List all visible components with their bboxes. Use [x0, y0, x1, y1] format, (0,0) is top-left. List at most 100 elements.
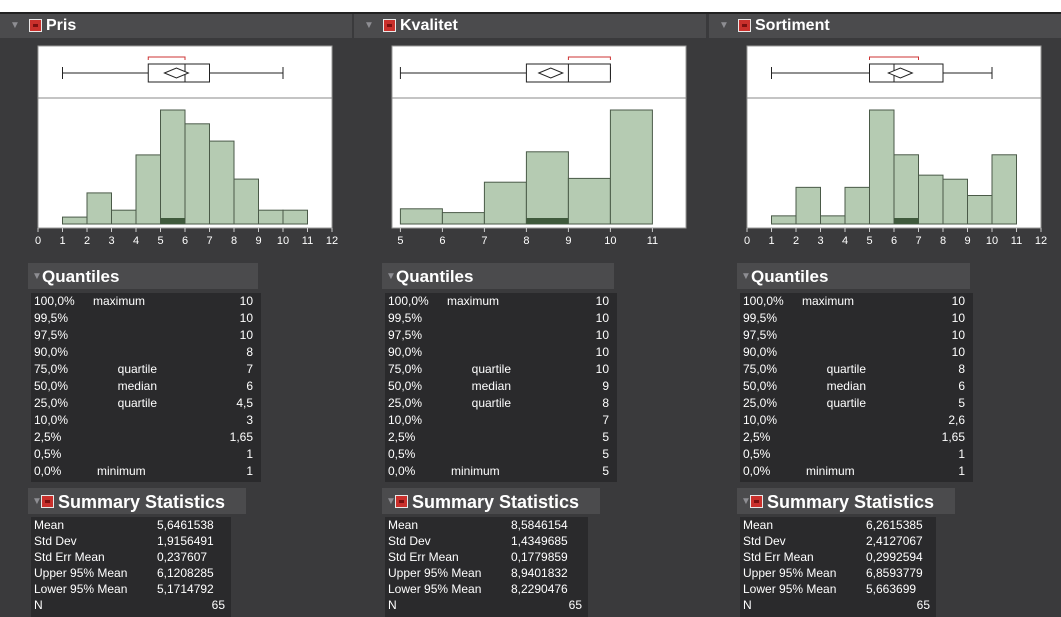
summary-value: 8,5846154	[511, 518, 568, 532]
title-bar: ▼ Kvalitet	[354, 14, 706, 38]
summary-header[interactable]: ▼ Summary Statistics	[737, 488, 955, 514]
quantile-pct: 50,0%	[388, 379, 423, 393]
x-tick-label: 2	[793, 235, 799, 247]
summary-header[interactable]: ▼ Summary Statistics	[382, 488, 600, 514]
x-tick-label: 11	[647, 235, 658, 247]
summary-header[interactable]: ▼ Summary Statistics	[28, 488, 246, 514]
quantile-pct: 90,0%	[388, 345, 423, 359]
histogram-bar	[135, 154, 161, 225]
quantile-value: 10	[595, 328, 609, 342]
quantile-value: 10	[951, 328, 965, 342]
summary-value: 8,9401832	[511, 566, 568, 580]
histogram-bar	[399, 208, 443, 225]
panel-title: Pris	[46, 17, 77, 34]
histogram-bar	[609, 109, 653, 225]
red-triangle-menu-icon[interactable]	[738, 19, 751, 32]
quantile-value: 10	[239, 294, 253, 308]
summary-table: Mean 6,2615385 Std Dev 2,4127067 Std Err Mea…	[740, 517, 936, 617]
histogram-bar	[233, 178, 259, 225]
histogram-bar	[258, 209, 284, 225]
summary-value: 1,9156491	[157, 534, 214, 548]
quantile-label: minimum	[806, 464, 855, 478]
title-bar: ▼ Pris	[0, 14, 352, 38]
quantile-value: 5	[602, 464, 609, 478]
quantiles-table: 100,0% maximum 10 99,5% 10 97,5% 10 90,0% 8 75,0%…	[31, 293, 261, 482]
quantile-value: 1	[958, 447, 965, 461]
histogram-bar	[483, 181, 527, 225]
quantile-value: 5	[958, 396, 965, 410]
summary-value: 6,2615385	[866, 518, 923, 532]
quantiles-table: 100,0% maximum 10 99,5% 10 97,5% 10 90,0% 10 75,0…	[385, 293, 617, 482]
summary-value: 5,6461538	[157, 518, 214, 532]
quantile-value: 10	[595, 311, 609, 325]
red-triangle-menu-icon[interactable]	[395, 495, 408, 508]
quantile-pct: 2,5%	[388, 430, 416, 444]
quantile-label: median	[826, 379, 866, 393]
quantile-pct: 90,0%	[743, 345, 778, 359]
title-bar: ▼ Sortiment	[709, 14, 1061, 38]
summary-label: Mean	[34, 518, 65, 532]
x-tick-label: 9	[565, 235, 571, 247]
x-tick-label: 11	[302, 235, 313, 247]
red-triangle-menu-icon[interactable]	[29, 19, 42, 32]
disclosure-triangle-icon[interactable]: ▼	[386, 271, 396, 282]
disclosure-triangle-icon[interactable]: ▼	[32, 271, 42, 282]
x-tick-label: 8	[940, 235, 946, 247]
quantile-label: quartile	[471, 396, 511, 410]
red-triangle-menu-icon[interactable]	[750, 495, 763, 508]
quantile-label: minimum	[451, 464, 500, 478]
disclosure-triangle-icon[interactable]: ▼	[364, 20, 374, 31]
histogram-bar	[771, 215, 797, 225]
quantiles-title: Quantiles	[396, 267, 474, 286]
quantile-pct: 50,0%	[34, 379, 69, 393]
chart-area: 0 1 2 3 4 5 6 7 8 9 10 11 12	[35, 45, 338, 247]
summary-label: Upper 95% Mean	[34, 566, 128, 580]
quantile-value: 10	[239, 328, 253, 342]
x-tick-label: 6	[182, 235, 188, 247]
quantile-pct: 75,0%	[34, 362, 69, 376]
summary-value: 5,663699	[866, 582, 917, 596]
summary-value: 65	[568, 598, 582, 612]
quantile-value: 6	[246, 379, 253, 393]
quantile-value: 8	[602, 396, 609, 410]
quantile-value: 10	[951, 345, 965, 359]
histogram-bar	[209, 140, 235, 225]
x-tick-label: 7	[481, 235, 487, 247]
disclosure-triangle-icon[interactable]: ▼	[719, 20, 729, 31]
histogram-bar	[991, 154, 1017, 225]
summary-label: N	[34, 598, 43, 612]
summary-title: Summary Statistics	[58, 492, 226, 512]
quantile-pct: 97,5%	[388, 328, 423, 342]
quantile-pct: 25,0%	[743, 396, 778, 410]
quantile-pct: 0,0%	[743, 464, 771, 478]
summary-title: Summary Statistics	[412, 492, 580, 512]
quantile-value: 5	[602, 447, 609, 461]
selected-bar-segment	[894, 218, 919, 224]
summary-label: Mean	[388, 518, 419, 532]
histogram-bar	[942, 178, 968, 225]
red-triangle-menu-icon[interactable]	[383, 19, 396, 32]
histogram-bar	[567, 177, 611, 225]
quantile-value: 7	[246, 362, 253, 376]
x-tick-label: 12	[1035, 235, 1047, 247]
chart-area: 5 6 7 8 9 10 11	[391, 45, 687, 247]
histogram-bar	[184, 123, 210, 225]
disclosure-triangle-icon[interactable]: ▼	[10, 20, 20, 31]
x-tick-label: 5	[866, 235, 872, 247]
quantile-pct: 0,5%	[388, 447, 416, 461]
red-triangle-menu-icon[interactable]	[41, 495, 54, 508]
quantile-value: 10	[595, 362, 609, 376]
quantile-value: 10	[951, 311, 965, 325]
disclosure-triangle-icon[interactable]: ▼	[741, 271, 751, 282]
quantile-pct: 90,0%	[34, 345, 69, 359]
quantiles-header[interactable]: ▼ Quantiles	[382, 263, 614, 289]
histogram-bar	[62, 216, 88, 225]
quantiles-header[interactable]: ▼ Quantiles	[28, 263, 258, 289]
quantile-pct: 75,0%	[388, 362, 423, 376]
quantile-pct: 100,0%	[388, 294, 429, 308]
x-tick-label: 1	[59, 235, 65, 247]
x-tick-label: 8	[523, 235, 529, 247]
x-tick-label: 9	[964, 235, 970, 247]
quantiles-header[interactable]: ▼ Quantiles	[737, 263, 970, 289]
x-tick-label: 5	[397, 235, 403, 247]
